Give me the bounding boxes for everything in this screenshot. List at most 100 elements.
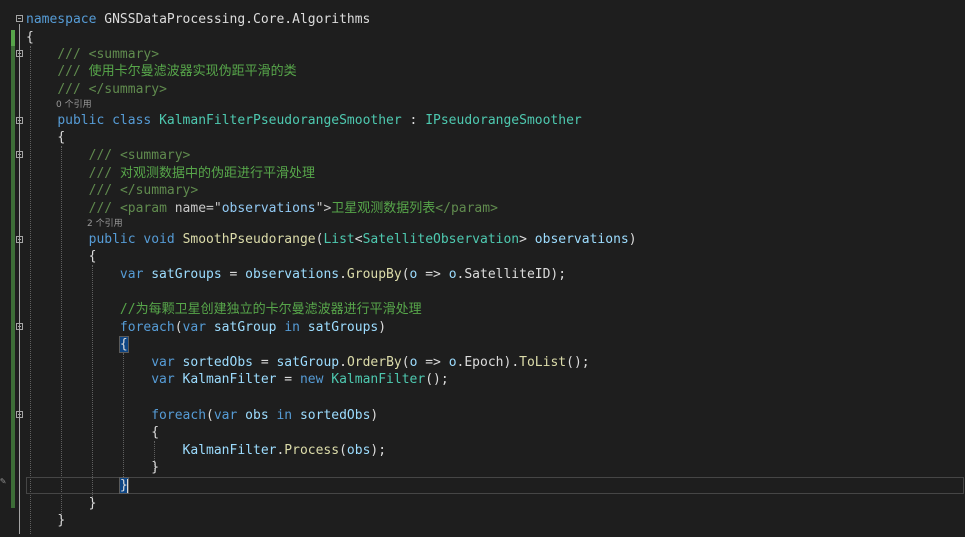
code-line[interactable]: /// 使用卡尔曼滤波器实现伪距平滑的类: [26, 63, 965, 80]
code-line[interactable]: {: [26, 248, 965, 265]
code-line[interactable]: }: [26, 477, 965, 494]
brace: }: [57, 513, 66, 528]
paren: ();: [425, 372, 449, 387]
code-line[interactable]: //为每颗卫星创建独立的卡尔曼滤波器进行平滑处理: [26, 301, 965, 318]
doc-eq: =": [206, 201, 222, 216]
variable: satGroup: [276, 355, 340, 370]
variable: obs: [245, 408, 269, 423]
code-line[interactable]: {: [26, 129, 965, 146]
brace-match: {: [118, 336, 129, 353]
type-name: SatelliteObservation: [362, 232, 520, 247]
paren: );: [370, 443, 387, 458]
brace: }: [151, 460, 160, 475]
keyword: public: [88, 232, 136, 247]
code-line[interactable]: foreach(var satGroup in satGroups): [26, 319, 965, 336]
doc-slashes: ///: [88, 183, 113, 198]
method-name: GroupBy: [346, 267, 402, 282]
code-line[interactable]: }: [26, 495, 965, 512]
doc-slashes: ///: [57, 64, 81, 79]
code-line[interactable]: public class KalmanFilterPseudorangeSmoo…: [26, 112, 965, 129]
paren: (: [174, 320, 183, 335]
keyword: new: [299, 372, 324, 387]
keyword: var: [151, 372, 175, 387]
code-line[interactable]: var KalmanFilter = new KalmanFilter();: [26, 371, 965, 388]
code-line[interactable]: /// </summary>: [26, 182, 965, 199]
doc-tag: </param>: [435, 201, 498, 216]
keyword: public: [57, 113, 105, 128]
code-line[interactable]: }: [26, 512, 965, 529]
variable: satGroups: [151, 267, 222, 282]
operator: =: [253, 355, 277, 370]
code-line[interactable]: /// <param name="observations">卫星观测数据列表<…: [26, 200, 965, 217]
angle: >: [519, 232, 527, 247]
codelens-references[interactable]: 0 个引用: [56, 99, 92, 111]
class-name: KalmanFilterPseudorangeSmoother: [159, 113, 402, 128]
change-bar: [11, 30, 15, 46]
paren: ): [378, 320, 387, 335]
fold-line: [19, 24, 20, 534]
operator: =: [221, 267, 246, 282]
doc-slashes: ///: [57, 82, 81, 97]
brace: {: [151, 425, 160, 440]
namespace-name: GNSSDataProcessing.Core.Algorithms: [104, 12, 371, 27]
text-caret: [127, 479, 128, 493]
method-name: SmoothPseudorange: [182, 232, 316, 247]
doc-text: 对观测数据中的伪距进行平滑处理: [119, 166, 315, 181]
dot: .: [339, 267, 347, 282]
code-line[interactable]: foreach(var obs in sortedObs): [26, 407, 965, 424]
keyword: var: [151, 355, 175, 370]
code-editor[interactable]: ✎ namespace GNSSDataProcessing.Core.Algo…: [0, 0, 965, 537]
keyword: namespace: [26, 12, 97, 27]
variable: observations: [245, 267, 340, 282]
doc-slashes: ///: [57, 47, 81, 62]
doc-text: 使用卡尔曼滤波器实现伪距平滑的类: [88, 64, 297, 79]
code-line[interactable]: var satGroups = observations.GroupBy(o =…: [26, 266, 965, 283]
code-line[interactable]: KalmanFilter.Process(obs);: [26, 442, 965, 459]
brace: {: [88, 249, 97, 264]
comment: //为每颗卫星创建独立的卡尔曼滤波器进行平滑处理: [119, 302, 422, 317]
keyword: var: [213, 408, 238, 423]
brace: {: [26, 30, 34, 45]
method-name: ToList: [519, 355, 567, 370]
type-name: List: [323, 232, 355, 247]
code-line[interactable]: {: [26, 424, 965, 441]
keyword: in: [284, 320, 300, 335]
variable: o: [448, 355, 457, 370]
code-line[interactable]: /// </summary>: [26, 81, 965, 98]
member-access: .SatelliteID);: [456, 267, 567, 282]
doc-text: 卫星观测数据列表: [331, 201, 436, 216]
keyword: var: [182, 320, 207, 335]
code-line[interactable]: /// <summary>: [26, 46, 965, 63]
parameter: observations: [534, 232, 629, 247]
paren: (: [401, 267, 410, 282]
brace: }: [88, 496, 97, 511]
change-bar: [11, 46, 15, 508]
pencil-icon: ✎: [0, 476, 7, 487]
codelens-references[interactable]: 2 个引用: [87, 218, 123, 230]
doc-tag: <param: [119, 201, 167, 216]
variable: sortedObs: [182, 355, 253, 370]
code-line[interactable]: }: [26, 459, 965, 476]
type-name: KalmanFilter: [331, 372, 426, 387]
code-line[interactable]: /// <summary>: [26, 147, 965, 164]
code-line[interactable]: /// 对观测数据中的伪距进行平滑处理: [26, 165, 965, 182]
variable: KalmanFilter: [182, 372, 277, 387]
keyword: class: [112, 113, 152, 128]
code-line[interactable]: namespace GNSSDataProcessing.Core.Algori…: [26, 11, 965, 28]
brace: {: [57, 130, 66, 145]
paren: ): [370, 408, 379, 423]
code-line[interactable]: {: [26, 336, 965, 353]
collapse-box-icon[interactable]: [16, 15, 23, 22]
operator: =>: [417, 267, 449, 282]
variable: o: [448, 267, 457, 282]
variable: satGroups: [307, 320, 379, 335]
interface-name: IPseudorangeSmoother: [425, 113, 582, 128]
colon: :: [409, 113, 418, 128]
code-line[interactable]: var sortedObs = satGroup.OrderBy(o => o.…: [26, 354, 965, 371]
code-line[interactable]: public void SmoothPseudorange(List<Satel…: [26, 231, 965, 248]
doc-tag: <summary>: [119, 148, 191, 163]
paren: ): [628, 232, 637, 247]
doc-tag: <summary>: [88, 47, 160, 62]
code-line[interactable]: {: [26, 29, 965, 46]
doc-slashes: ///: [88, 166, 113, 181]
